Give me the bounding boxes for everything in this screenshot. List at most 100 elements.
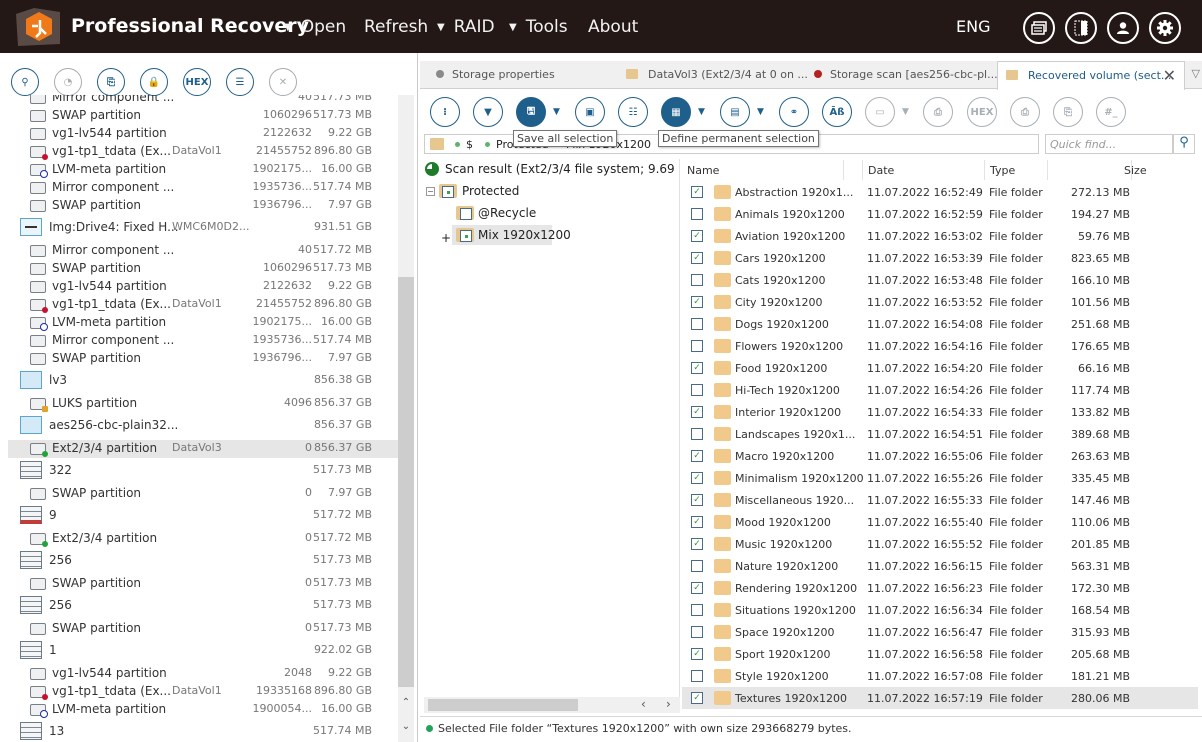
storage-tree-item[interactable]: SWAP partition 0 517.73 MB [8, 575, 398, 593]
file-row[interactable]: ✓ Rendering 1920x1200 11.07.2022 16:56:23 F… [682, 577, 1198, 599]
selection-grid-button[interactable]: ▦ [661, 97, 691, 127]
quick-find-search-icon[interactable]: ⚲ [1173, 134, 1195, 154]
checkbox-unchecked[interactable] [691, 208, 703, 220]
checkbox-unchecked[interactable] [691, 560, 703, 572]
properties-list-button[interactable]: ☰ [226, 68, 254, 96]
checkbox-unchecked[interactable] [691, 428, 703, 440]
search-scan-button[interactable]: ⚲ [11, 68, 39, 96]
menu-about[interactable]: About [588, 17, 638, 37]
storage-tree-item[interactable]: vg1-tp1_tdata (Ex... DataVol1 21455752 896.… [8, 143, 398, 161]
column-header-type[interactable]: Type [990, 164, 1015, 177]
dropdown-arrow-icon[interactable]: ▼ [553, 107, 560, 117]
user-button[interactable] [1107, 12, 1139, 44]
checkbox-unchecked[interactable] [691, 274, 703, 286]
checkbox-checked[interactable]: ✓ [691, 692, 703, 704]
storage-tree-item[interactable]: SWAP partition 1936796... 7.97 GB [8, 350, 398, 368]
checkbox-unchecked[interactable] [691, 604, 703, 616]
scrollbar-thumb[interactable] [398, 277, 414, 687]
storage-tree-item[interactable]: 256 517.73 MB [8, 596, 398, 615]
file-row[interactable]: ✓ Abstraction 1920x1... 11.07.2022 16:52:4… [682, 181, 1198, 203]
storage-tree-scrollbar[interactable]: ⌃ ⌄ [398, 95, 414, 742]
file-row[interactable]: ✓ Miscellaneous 1920... 11.07.2022 16:55:3… [682, 489, 1198, 511]
tree-item-recycle[interactable]: @Recycle [424, 203, 679, 223]
checkbox-checked[interactable]: ✓ [691, 472, 703, 484]
tab-storage-scan[interactable]: Storage scan [aes256-cbc-pl... [814, 61, 998, 89]
file-row[interactable]: ✓ Interior 1920x1200 11.07.2022 16:54:33 Fi… [682, 401, 1198, 423]
close-button[interactable]: ✕ [269, 68, 297, 96]
preview-button[interactable]: ▭ [865, 97, 895, 127]
file-row[interactable]: ✓ Textures 1920x1200 11.07.2022 16:57:19 Fi… [682, 687, 1198, 709]
checkbox-checked[interactable]: ✓ [691, 230, 703, 242]
storage-tree-item[interactable]: Mirror component ... 1935736... 517.74 MB [8, 179, 398, 197]
menu-raid[interactable]: ▼ RAID [437, 17, 495, 37]
find-lost-partitions-button[interactable]: ◔ [54, 68, 82, 96]
file-row[interactable]: ✓ Minimalism 1920x1200 11.07.2022 16:55:26… [682, 467, 1198, 489]
storage-tree-item[interactable]: SWAP partition 1936796... 7.97 GB [8, 197, 398, 215]
checkbox-checked[interactable]: ✓ [691, 516, 703, 528]
checkbox-checked[interactable]: ✓ [691, 362, 703, 374]
binoculars-button[interactable]: ⚭ [779, 97, 809, 127]
file-row[interactable]: Landscapes 1920x1... 11.07.2022 16:54:51 F… [682, 423, 1198, 445]
storage-tree-item[interactable]: LUKS partition 4096 856.37 GB [8, 395, 398, 413]
checkbox-checked[interactable]: ✓ [691, 252, 703, 264]
dropdown-arrow-icon[interactable]: ▼ [757, 107, 764, 117]
file-row[interactable]: ✓ Music 1920x1200 11.07.2022 16:55:52 File … [682, 533, 1198, 555]
storage-tree-item[interactable]: LVM-meta partition 1902175... 16.00 GB [8, 314, 398, 332]
storage-tree-item[interactable]: 1 922.02 GB [8, 641, 398, 660]
file-row[interactable]: Nature 1920x1200 11.07.2022 16:56:15 File … [682, 555, 1198, 577]
menu-refresh[interactable]: Refresh [364, 17, 428, 37]
storage-tree-item[interactable]: SWAP partition 0 517.73 MB [8, 620, 398, 638]
log-button[interactable] [1023, 12, 1055, 44]
scroll-down-icon[interactable]: ⌄ [400, 721, 412, 732]
file-row[interactable]: ✓ Food 1920x1200 11.07.2022 16:54:20 File f… [682, 357, 1198, 379]
checklist-button[interactable]: ☷ [618, 97, 648, 127]
file-row[interactable]: Dogs 1920x1200 11.07.2022 16:54:08 File fo… [682, 313, 1198, 335]
tree-item-protected[interactable]: − Protected [424, 181, 679, 201]
file-row[interactable]: Flowers 1920x1200 11.07.2022 16:54:16 File… [682, 335, 1198, 357]
storage-tree-item[interactable]: Img:Drive4: Fixed H... WMC6M0D2... 931.51 … [8, 218, 398, 237]
copy-button[interactable]: ⎘ [1053, 97, 1083, 127]
storage-tree-item[interactable]: vg1-lv544 partition 2122632 9.22 GB [8, 278, 398, 296]
file-row[interactable]: ✓ Sport 1920x1200 11.07.2022 16:56:58 File … [682, 643, 1198, 665]
settings-button[interactable] [1149, 12, 1181, 44]
checkbox-checked[interactable]: ✓ [691, 648, 703, 660]
checkbox-checked[interactable]: ✓ [691, 186, 703, 198]
hash-button[interactable]: #_ [1096, 97, 1126, 127]
file-row[interactable]: Cats 1920x1200 11.07.2022 16:53:48 File fo… [682, 269, 1198, 291]
text-encoding-button[interactable]: Āß [822, 97, 852, 127]
storage-tree-item[interactable]: LVM-meta partition 1902175... 16.00 GB [8, 161, 398, 179]
file-row[interactable]: Style 1920x1200 11.07.2022 16:57:08 File f… [682, 665, 1198, 687]
storage-tree-item[interactable]: Mirror component ... 1935736... 517.74 MB [8, 332, 398, 350]
storage-tree-item[interactable]: 322 517.73 MB [8, 461, 398, 480]
tab-storage-properties[interactable]: Storage properties [428, 61, 608, 89]
tree-item-mix[interactable]: Mix 1920x1200 [452, 225, 571, 245]
info-button[interactable]: ⁝ [430, 97, 460, 127]
storage-tree-item[interactable]: aes256-cbc-plain32... 856.37 GB [8, 416, 398, 435]
column-header-size[interactable]: Size [1124, 164, 1147, 177]
storage-tree-item[interactable]: vg1-lv544 partition 2048 9.22 GB [8, 665, 398, 683]
scrollbar-thumb[interactable] [428, 699, 578, 711]
tree-checkbox[interactable] [460, 230, 472, 242]
file-row[interactable]: Animals 1920x1200 11.07.2022 16:52:59 File… [682, 203, 1198, 225]
menu-tools[interactable]: ▼ Tools [509, 17, 568, 37]
storage-tree-item[interactable]: Mirror component ... 40 517.73 MB [8, 95, 398, 107]
folder-tree-hscrollbar[interactable]: ‹ › [424, 697, 680, 713]
storage-tree-item[interactable]: SWAP partition 1060296 517.73 MB [8, 107, 398, 125]
print-button[interactable]: ⎙ [1010, 97, 1040, 127]
collapse-icon[interactable]: − [426, 187, 435, 196]
view-list-button[interactable]: ▤ [720, 97, 750, 127]
storage-tree-item[interactable]: Ext2/3/4 partition DataVol3 0 856.37 GB [8, 440, 398, 458]
file-row[interactable]: Space 1920x1200 11.07.2022 16:56:47 File f… [682, 621, 1198, 643]
storage-tree-item[interactable]: 13 517.74 MB [8, 722, 398, 741]
breadcrumb-item[interactable]: $ [455, 138, 473, 151]
quick-find-input[interactable]: Quick find... [1045, 134, 1173, 154]
menu-open[interactable]: ▼ Open [284, 17, 346, 37]
save-button[interactable]: 🖫 [516, 97, 546, 127]
checkbox-unchecked[interactable] [691, 626, 703, 638]
tab-datavol3[interactable]: DataVol3 (Ext2/3/4 at 0 on ... [622, 61, 808, 89]
file-row[interactable]: ✓ Cars 1920x1200 11.07.2022 16:53:39 File f… [682, 247, 1198, 269]
checkbox-unchecked[interactable] [691, 384, 703, 396]
storage-tree-item[interactable]: vg1-tp1_tdata (Ex... DataVol1 19335168 896.… [8, 683, 398, 701]
create-image-button[interactable]: ⎘ [97, 68, 125, 96]
checkbox-checked[interactable]: ✓ [691, 296, 703, 308]
